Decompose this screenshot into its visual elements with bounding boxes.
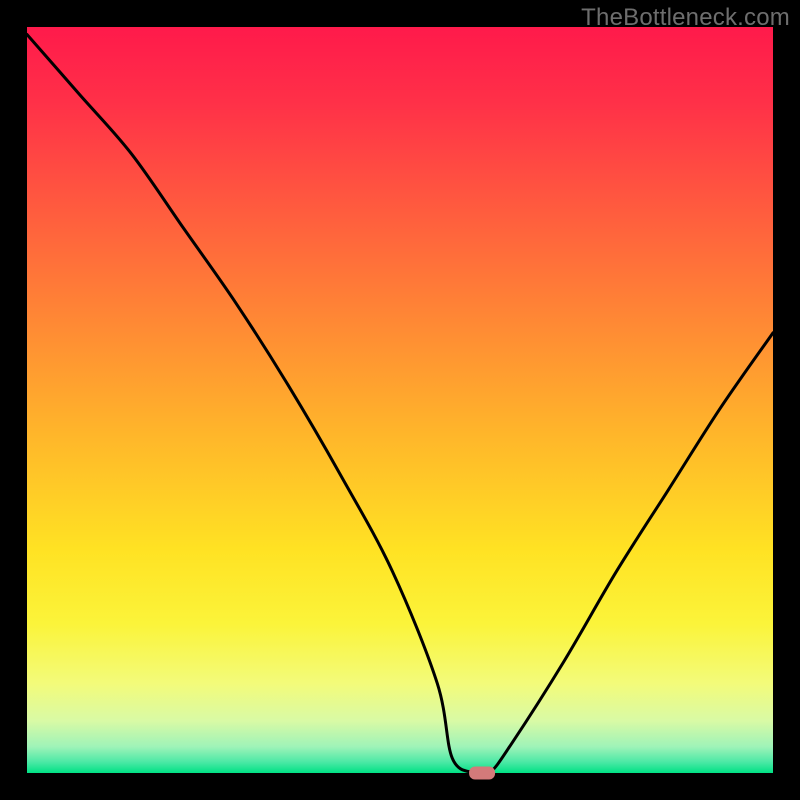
bottleneck-chart: [0, 0, 800, 800]
chart-frame: TheBottleneck.com: [0, 0, 800, 800]
watermark-text: TheBottleneck.com: [581, 4, 790, 32]
minimum-marker: [469, 767, 495, 780]
plot-background: [27, 27, 773, 773]
